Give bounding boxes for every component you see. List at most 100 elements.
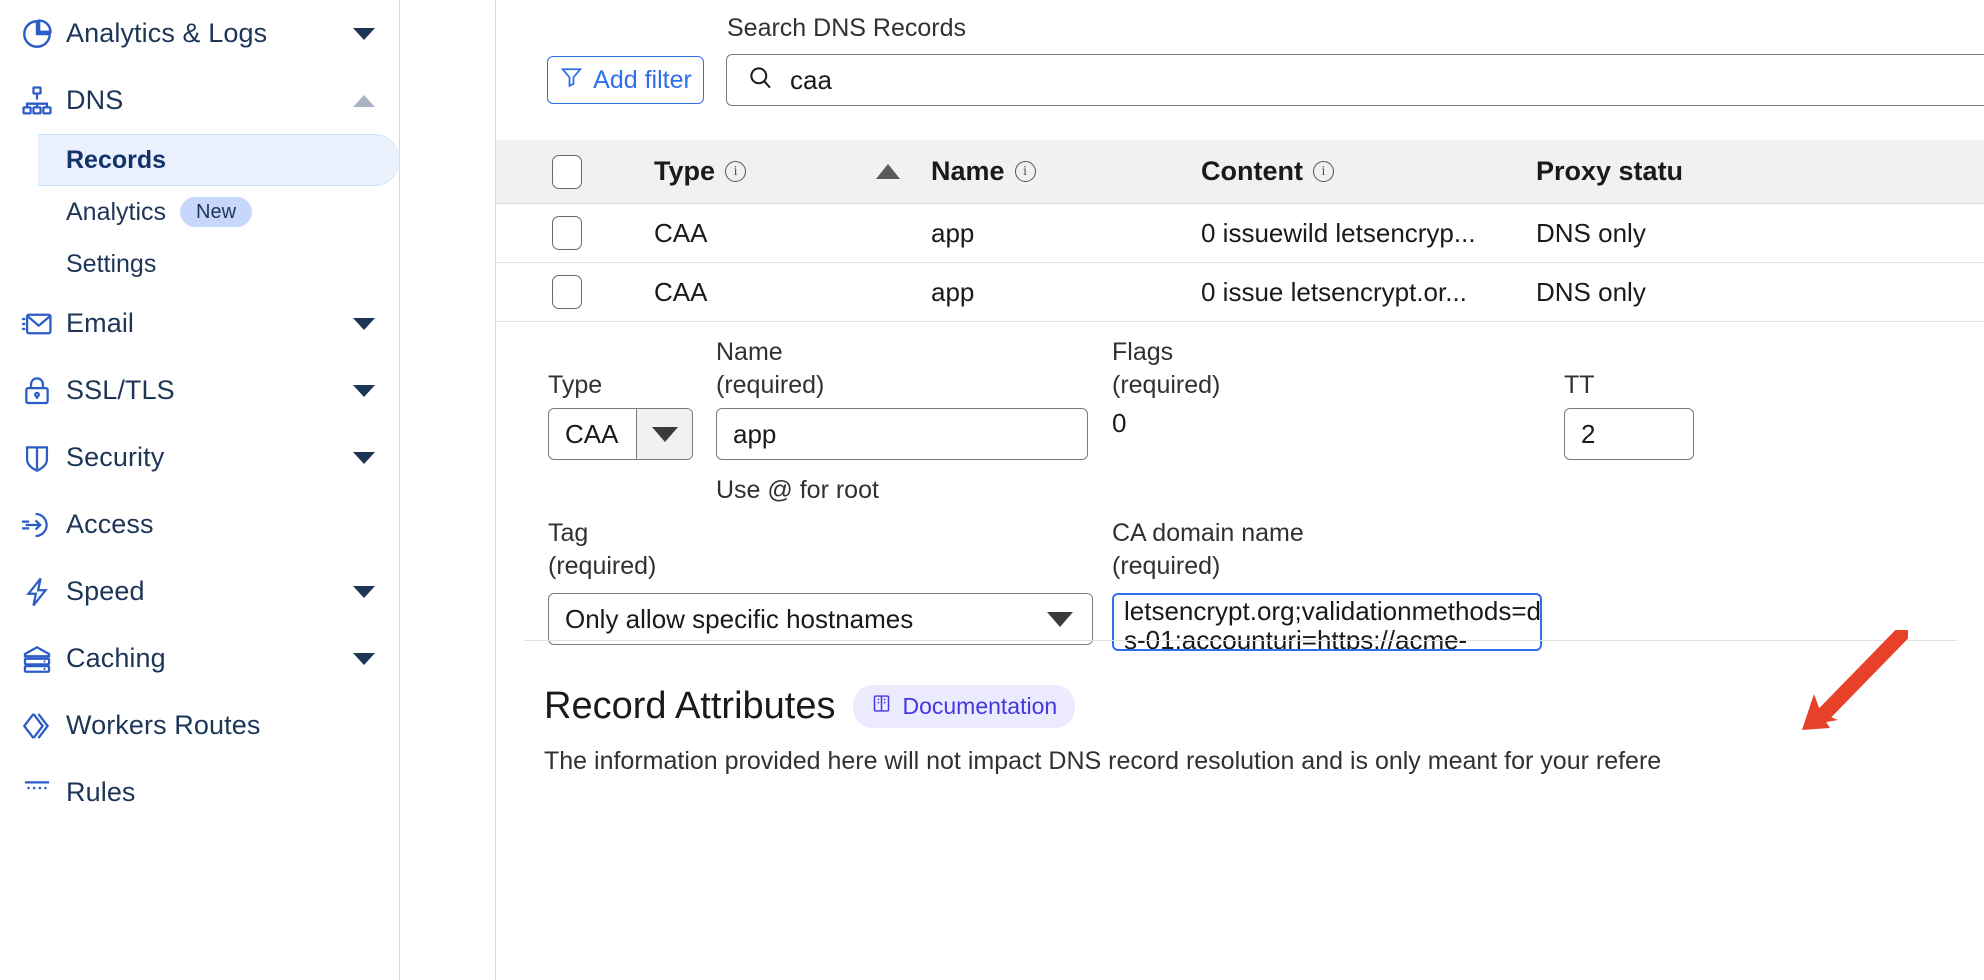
sidebar-item-label: Access bbox=[66, 509, 375, 540]
sidebar-item-workers-routes[interactable]: Workers Routes bbox=[0, 692, 399, 759]
section-divider bbox=[524, 640, 1957, 641]
row-select-cell[interactable] bbox=[496, 216, 638, 250]
ca-domain-name-textarea[interactable]: letsencrypt.org;validationmethods=dn s-0… bbox=[1112, 593, 1542, 651]
type-field-label: Type bbox=[548, 369, 602, 402]
chevron-down-icon[interactable] bbox=[353, 385, 375, 397]
type-select[interactable]: CAA bbox=[548, 408, 693, 460]
sidebar-item-label: Security bbox=[66, 442, 345, 473]
sidebar-item-analytics-logs[interactable]: Analytics & Logs bbox=[0, 0, 399, 67]
column-header-label: Content bbox=[1201, 156, 1303, 187]
column-header-proxy-status[interactable]: Proxy statu bbox=[1518, 156, 1984, 187]
chevron-down-icon[interactable] bbox=[353, 318, 375, 330]
sidebar-item-analytics[interactable]: Analytics New bbox=[0, 186, 399, 238]
sidebar-item-rules[interactable]: Rules bbox=[0, 759, 399, 826]
sidebar-item-label: DNS bbox=[66, 85, 345, 116]
dns-record-edit-form: Type CAA Name (required) app Use @ for r… bbox=[496, 317, 1984, 677]
sidebar-item-records[interactable]: Records bbox=[38, 134, 400, 186]
email-icon bbox=[20, 307, 66, 341]
new-badge: New bbox=[180, 197, 252, 227]
sitemap-icon bbox=[20, 84, 66, 118]
name-field-label: Name (required) bbox=[716, 336, 824, 402]
sort-indicator-cell[interactable] bbox=[853, 164, 923, 179]
sidebar-item-label: Analytics & Logs bbox=[66, 18, 345, 49]
column-header-type[interactable]: Type i bbox=[638, 156, 853, 187]
ca-domain-field-label: CA domain name (required) bbox=[1112, 517, 1304, 583]
select-all-checkbox[interactable] bbox=[552, 155, 582, 189]
column-header-label: Proxy statu bbox=[1536, 156, 1683, 187]
name-helper-text: Use @ for root bbox=[716, 476, 879, 505]
table-header-row: Type i Name i Content i Proxy statu bbox=[496, 140, 1984, 204]
row-checkbox[interactable] bbox=[552, 216, 582, 250]
rules-icon bbox=[20, 776, 66, 810]
documentation-label: Documentation bbox=[902, 693, 1057, 720]
ttl-input[interactable]: 2 bbox=[1564, 408, 1694, 460]
chevron-down-icon[interactable] bbox=[353, 452, 375, 464]
chevron-down-icon[interactable] bbox=[1028, 594, 1092, 644]
chevron-up-icon[interactable] bbox=[353, 95, 375, 107]
record-attributes-description: The information provided here will not i… bbox=[544, 744, 1944, 778]
sidebar-item-label: Workers Routes bbox=[66, 710, 375, 741]
sidebar-item-label: Email bbox=[66, 308, 345, 339]
bolt-icon bbox=[20, 575, 66, 609]
chevron-down-icon[interactable] bbox=[353, 586, 375, 598]
lock-icon bbox=[20, 374, 66, 408]
cell-content: 0 issue letsencrypt.or... bbox=[1193, 277, 1518, 308]
tag-field-label: Tag (required) bbox=[548, 517, 656, 583]
column-header-content[interactable]: Content i bbox=[1193, 156, 1518, 187]
sidebar-item-access[interactable]: Access bbox=[0, 491, 399, 558]
sidebar-item-ssl-tls[interactable]: SSL/TLS bbox=[0, 357, 399, 424]
column-header-label: Name bbox=[931, 156, 1005, 187]
chevron-down-icon[interactable] bbox=[353, 653, 375, 665]
sidebar-item-label: Caching bbox=[66, 643, 345, 674]
cell-proxy-status: DNS only bbox=[1518, 277, 1984, 308]
sidebar-item-email[interactable]: Email bbox=[0, 290, 399, 357]
sidebar: Analytics & Logs DNS Records Analytics N… bbox=[0, 0, 400, 980]
sidebar-item-caching[interactable]: Caching bbox=[0, 625, 399, 692]
table-row[interactable]: CAA app 0 issue letsencrypt.or... DNS on… bbox=[496, 263, 1984, 322]
sidebar-item-dns[interactable]: DNS bbox=[0, 67, 399, 134]
cell-proxy-status: DNS only bbox=[1518, 218, 1984, 249]
sidebar-item-label: Rules bbox=[66, 777, 375, 808]
name-input[interactable]: app bbox=[716, 408, 1088, 460]
records-toolbar: Search DNS Records Add filter caa bbox=[496, 0, 1984, 140]
ttl-field-label: TT bbox=[1564, 369, 1595, 402]
table-row[interactable]: CAA app 0 issuewild letsencryp... DNS on… bbox=[496, 204, 1984, 263]
sidebar-item-label: SSL/TLS bbox=[66, 375, 345, 406]
search-input[interactable]: caa bbox=[726, 54, 1984, 106]
add-filter-label: Add filter bbox=[593, 66, 692, 95]
add-filter-button[interactable]: Add filter bbox=[547, 56, 704, 104]
sort-ascending-icon[interactable] bbox=[876, 164, 900, 179]
info-icon[interactable]: i bbox=[725, 161, 746, 182]
search-input-value: caa bbox=[790, 65, 832, 96]
sidebar-item-label: Speed bbox=[66, 576, 345, 607]
sidebar-item-settings[interactable]: Settings bbox=[0, 238, 399, 290]
tag-select[interactable]: Only allow specific hostnames bbox=[548, 593, 1093, 645]
workers-icon bbox=[20, 709, 66, 743]
chevron-down-icon[interactable] bbox=[353, 28, 375, 40]
sidebar-subitem-label: Analytics bbox=[66, 198, 166, 227]
row-select-cell[interactable] bbox=[496, 275, 638, 309]
cell-type: CAA bbox=[638, 218, 853, 249]
info-icon[interactable]: i bbox=[1313, 161, 1334, 182]
type-select-value: CAA bbox=[549, 409, 636, 459]
ttl-input-value: 2 bbox=[1581, 419, 1595, 450]
dns-records-table: Type i Name i Content i Proxy statu bbox=[496, 140, 1984, 322]
row-checkbox[interactable] bbox=[552, 275, 582, 309]
info-icon[interactable]: i bbox=[1015, 161, 1036, 182]
select-all-cell[interactable] bbox=[496, 155, 638, 189]
cell-name: app bbox=[923, 277, 1193, 308]
sidebar-subitem-label: Settings bbox=[66, 250, 156, 279]
sidebar-item-speed[interactable]: Speed bbox=[0, 558, 399, 625]
sidebar-item-security[interactable]: Security bbox=[0, 424, 399, 491]
chevron-down-icon[interactable] bbox=[636, 409, 692, 459]
main-panel: Search DNS Records Add filter caa bbox=[400, 0, 1984, 980]
flags-field-label: Flags (required) bbox=[1112, 336, 1220, 402]
record-attributes-section: Record Attributes Documentation The info… bbox=[544, 685, 1944, 778]
dns-records-content: Search DNS Records Add filter caa bbox=[495, 0, 1984, 980]
documentation-link[interactable]: Documentation bbox=[853, 685, 1075, 728]
flags-value: 0 bbox=[1112, 408, 1126, 439]
form-row-primary: Type CAA Name (required) app Use @ for r… bbox=[524, 317, 1956, 507]
column-header-name[interactable]: Name i bbox=[923, 156, 1193, 187]
tag-select-value: Only allow specific hostnames bbox=[549, 594, 1028, 644]
name-input-value: app bbox=[733, 419, 776, 450]
